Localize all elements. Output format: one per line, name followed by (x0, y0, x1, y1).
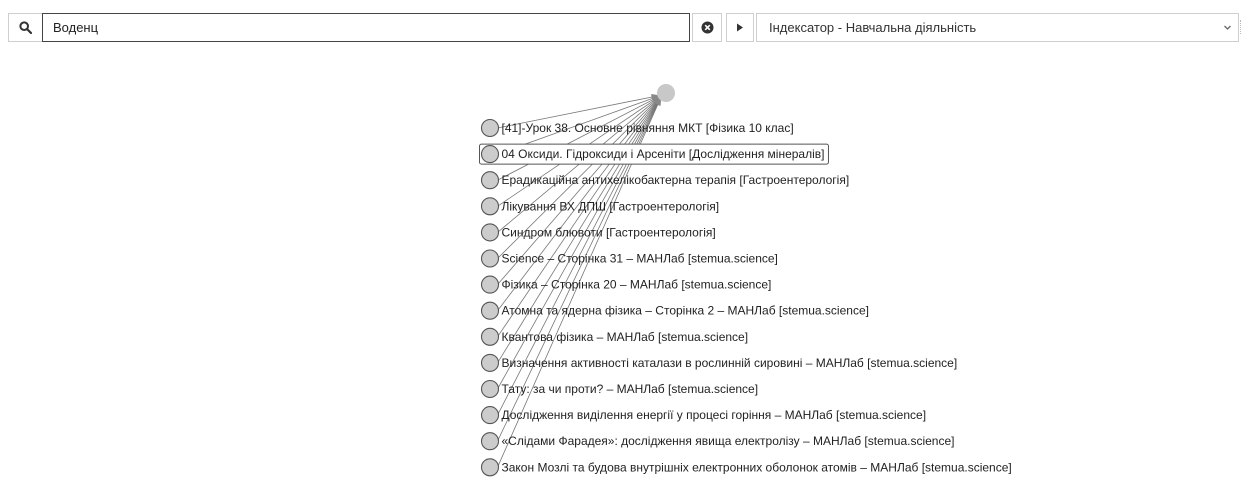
graph-node-circle[interactable] (480, 432, 500, 451)
graph-node[interactable]: [41]-Урок 38. Основне рівняння МКТ [Фізи… (480, 118, 794, 138)
graph-node[interactable]: Science – Сторінка 31 – МАНЛаб [stemua.s… (480, 249, 778, 268)
graph-node-circle[interactable] (480, 171, 500, 190)
graph-node-label: Тату: за чи проти? – МАНЛаб [stemua.scie… (502, 382, 759, 396)
graph-node[interactable]: Синдром блювоти [Гастроентерологія] (480, 223, 716, 242)
graph-node-label: [41]-Урок 38. Основне рівняння МКТ [Фізи… (502, 121, 794, 135)
graph-edge (497, 94, 663, 390)
graph-node-label: Фізика – Сторінка 20 – МАНЛаб [stemua.sc… (502, 278, 772, 292)
graph-node-label: Визначення активності каталази в рослинн… (502, 356, 958, 370)
graph-node[interactable]: Закон Мозлі та будова внутрішніх електро… (480, 458, 1012, 477)
graph-node-label: Синдром блювоти [Гастроентерологія] (502, 225, 716, 239)
graph-node[interactable]: Атомна та ядерна фізика – Сторінка 2 – М… (480, 301, 869, 320)
graph-node-circle[interactable] (480, 379, 500, 399)
graph-node-circle[interactable] (480, 353, 500, 372)
graph-node[interactable]: «Слідами Фарадея»: дослідження явища еле… (480, 432, 955, 451)
graph-hub-node[interactable] (657, 84, 675, 102)
graph-node-circle[interactable] (480, 406, 500, 425)
graph-node[interactable]: Квантова фізика – МАНЛаб [stemua.science… (480, 327, 749, 346)
graph-node[interactable]: Тату: за чи проти? – МАНЛаб [stemua.scie… (480, 379, 759, 399)
graph-node-circle[interactable] (480, 301, 500, 320)
graph-node-label: Атомна та ядерна фізика – Сторінка 2 – М… (502, 304, 869, 318)
graph-node-label: Science – Сторінка 31 – МАНЛаб [stemua.s… (502, 252, 778, 266)
graph-node[interactable]: Визначення активності каталази в рослинн… (480, 353, 958, 372)
graph-node-circle[interactable] (480, 223, 500, 242)
graph-node[interactable]: Дослідження виділення енергії у процесі … (480, 406, 927, 425)
graph-node-circle[interactable] (480, 327, 500, 346)
graph-node-circle[interactable] (480, 458, 500, 477)
graph-node[interactable]: Фізика – Сторінка 20 – МАНЛаб [stemua.sc… (480, 275, 772, 294)
graph-canvas[interactable]: [41]-Урок 38. Основне рівняння МКТ [Фізи… (0, 0, 1245, 477)
graph-edge (497, 94, 663, 181)
graph-node-circle[interactable] (480, 249, 500, 268)
graph-node-label: Лікування ВХ ДПШ [Гастроентерологія] (502, 199, 720, 213)
graph-node-circle[interactable] (480, 118, 500, 138)
graph-node-label: 04 Оксиди. Гідроксиди і Арсеніти [Дослід… (502, 147, 825, 161)
graph-node[interactable]: Ерадикаційна антихелікобактерна терапія … (480, 171, 850, 190)
graph-node-circle[interactable] (480, 145, 500, 164)
graph-node[interactable]: Лікування ВХ ДПШ [Гастроентерологія] (480, 197, 720, 216)
graph-node-label: Квантова фізика – МАНЛаб [stemua.science… (502, 330, 749, 344)
graph-node-label: Закон Мозлі та будова внутрішніх електро… (502, 460, 1012, 474)
graph-node-circle[interactable] (480, 275, 500, 294)
graph-node[interactable]: 04 Оксиди. Гідроксиди і Арсеніти [Дослід… (479, 143, 829, 165)
graph-node-label: Ерадикаційна антихелікобактерна терапія … (502, 173, 850, 187)
graph-node-label: Дослідження виділення енергії у процесі … (502, 408, 927, 422)
graph-node-circle[interactable] (480, 197, 500, 216)
graph-node-label: «Слідами Фарадея»: дослідження явища еле… (502, 434, 955, 448)
